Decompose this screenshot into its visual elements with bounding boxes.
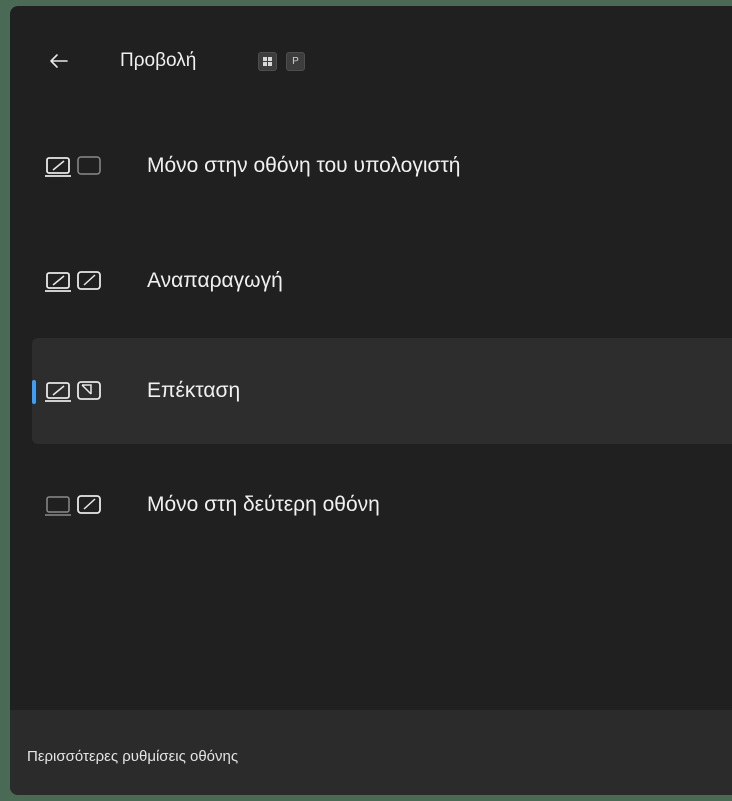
option-second-screen-only[interactable]: Μόνο στη δεύτερη οθόνη: [32, 452, 732, 558]
option-pc-screen-only[interactable]: Μόνο στην οθόνη του υπολογιστή: [32, 113, 732, 219]
option-duplicate[interactable]: Αναπαραγωγή: [32, 228, 732, 334]
duplicate-icon: [45, 271, 101, 292]
windows-key-icon: [258, 52, 277, 71]
option-extend[interactable]: Επέκταση: [32, 338, 732, 444]
option-label: Αναπαραγωγή: [147, 269, 283, 292]
second-screen-only-icon: [45, 495, 101, 516]
option-label: Μόνο στη δεύτερη οθόνη: [147, 493, 380, 516]
option-label: Μόνο στην οθόνη του υπολογιστή: [147, 154, 461, 177]
arrow-left-icon: [50, 54, 68, 68]
pc-screen-only-icon: [45, 156, 101, 177]
desktop-background: Προβολή P Μόνο στην οθόνη του υπολογιστή: [0, 0, 732, 801]
more-display-settings-link[interactable]: Περισσότερες ρυθμίσεις οθόνης: [27, 746, 238, 768]
project-flyout: Προβολή P Μόνο στην οθόνη του υπολογιστή: [10, 6, 732, 795]
option-label: Επέκταση: [147, 379, 241, 402]
back-button[interactable]: [44, 46, 74, 76]
extend-icon: [45, 381, 101, 402]
flyout-header: Προβολή P: [10, 6, 732, 106]
key-p-icon: P: [286, 52, 305, 71]
selection-indicator: [32, 380, 36, 404]
page-title: Προβολή: [120, 50, 197, 71]
flyout-footer: Περισσότερες ρυθμίσεις οθόνης: [10, 710, 732, 795]
